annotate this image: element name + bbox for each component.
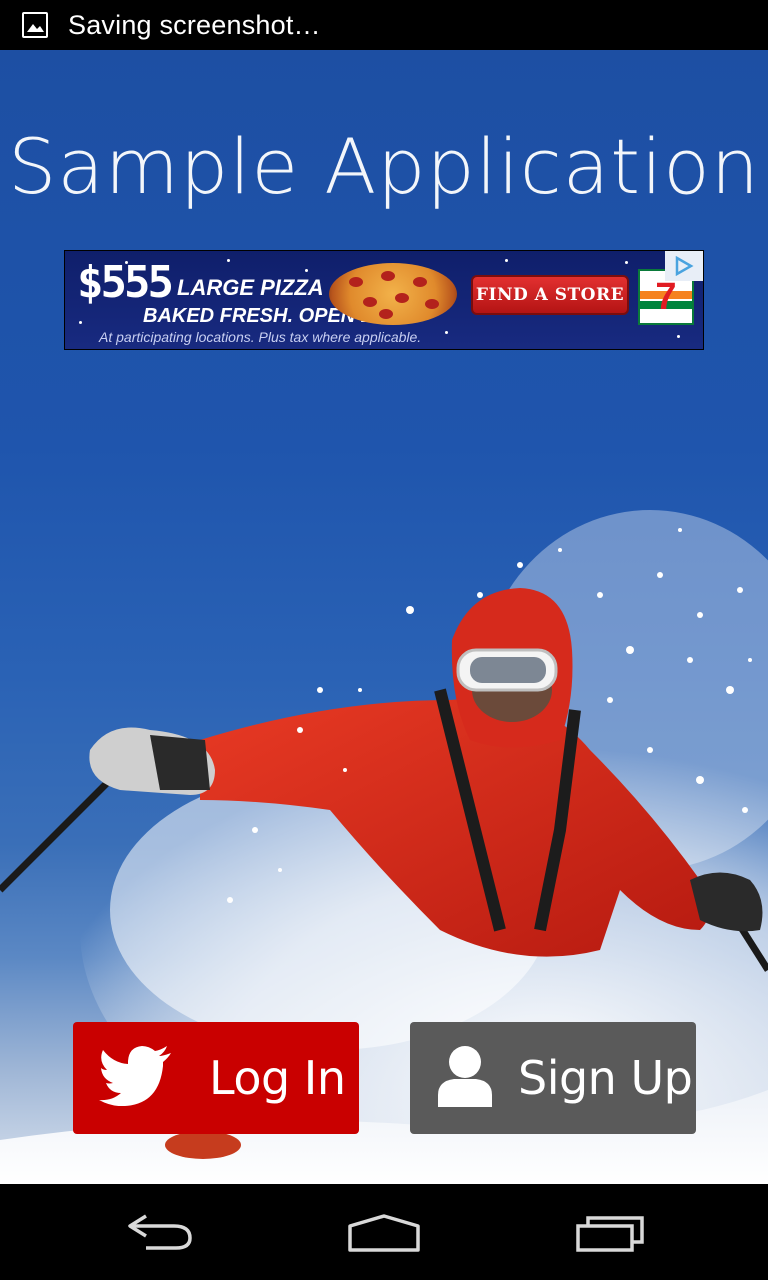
status-bar: Saving screenshot… bbox=[0, 0, 768, 50]
ad-banner[interactable]: $555 LARGE PIZZA BAKED FRESH. OPEN LATE.… bbox=[64, 250, 704, 350]
ad-headline: LARGE PIZZA bbox=[177, 275, 324, 300]
user-icon bbox=[436, 1045, 494, 1112]
background-skier-photo bbox=[0, 510, 768, 1184]
signup-label: Sign Up bbox=[518, 1051, 693, 1105]
recent-apps-icon[interactable] bbox=[574, 1212, 648, 1257]
image-icon bbox=[22, 12, 48, 38]
ad-fine-print: At participating locations. Plus tax whe… bbox=[99, 329, 422, 345]
app-title: Sample Application bbox=[8, 122, 760, 211]
signup-button[interactable]: Sign Up bbox=[410, 1022, 696, 1134]
system-nav-bar bbox=[0, 1184, 768, 1280]
login-label: Log In bbox=[209, 1051, 346, 1105]
pizza-image bbox=[329, 263, 457, 325]
back-icon[interactable] bbox=[124, 1212, 196, 1257]
home-icon[interactable] bbox=[346, 1212, 422, 1257]
find-a-store-button[interactable]: FIND A STORE bbox=[471, 275, 629, 315]
login-button[interactable]: Log In bbox=[73, 1022, 359, 1134]
twitter-bird-icon bbox=[99, 1045, 173, 1111]
app-screen: Sample Application $555 LARGE PIZZA BAKE… bbox=[0, 50, 768, 1184]
adchoices-icon[interactable] bbox=[665, 251, 703, 281]
status-notification-text: Saving screenshot… bbox=[68, 9, 321, 40]
ad-price: $555 bbox=[77, 257, 174, 308]
